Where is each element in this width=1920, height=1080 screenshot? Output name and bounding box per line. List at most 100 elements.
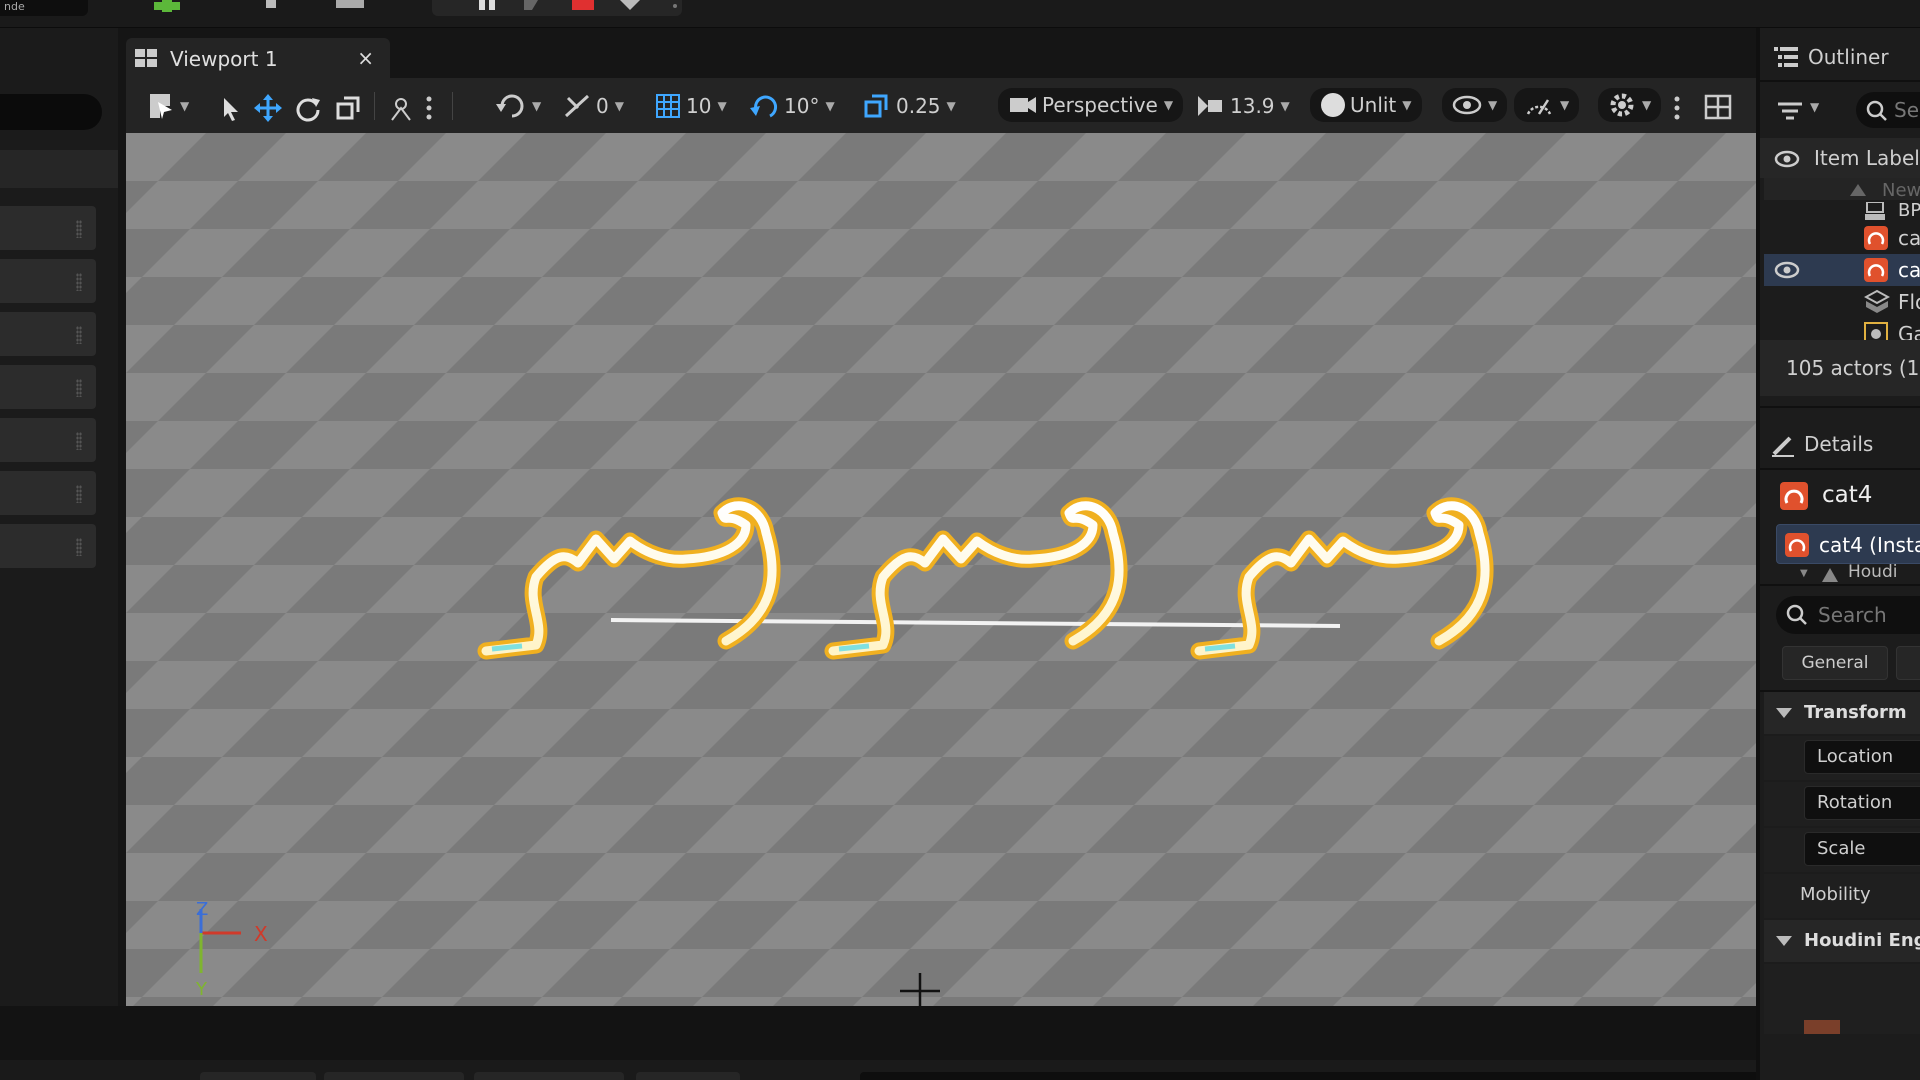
lighting-mode-dropdown[interactable]: Unlit ▼ — [1310, 88, 1422, 122]
camera-icon — [1010, 97, 1036, 113]
left-list-item[interactable] — [0, 312, 96, 356]
drag-handle-icon[interactable] — [76, 379, 82, 397]
pause-icon[interactable] — [476, 0, 500, 14]
section-houdini-engine[interactable]: Houdini Engine — [1764, 920, 1920, 962]
add-content-icon[interactable] — [150, 0, 186, 14]
list-item[interactable]: New — [1764, 178, 1920, 201]
outliner-status-bar: 105 actors (1 s — [1760, 340, 1920, 396]
step-forward-icon[interactable] — [522, 0, 546, 14]
mobility-row: Mobility — [1764, 874, 1920, 918]
outliner-item-label: BP — [1898, 200, 1920, 221]
scale-dropdown[interactable]: Scale⌄ — [1804, 832, 1920, 866]
left-panel-header — [0, 150, 118, 188]
component-child-item[interactable]: ▼ Houdi — [1800, 564, 1920, 582]
main-toolbar: nde — [0, 0, 1920, 28]
close-tab-icon[interactable]: × — [357, 46, 374, 70]
eye-icon — [1452, 95, 1482, 115]
level-viewport[interactable]: X Y Z — [126, 133, 1756, 1006]
outliner-search-input[interactable]: Se — [1856, 92, 1920, 128]
drag-handle-icon[interactable] — [76, 220, 82, 238]
select-mode-dropdown[interactable]: ▼ — [146, 92, 189, 120]
list-item[interactable]: ca — [1764, 222, 1920, 254]
scale-icon[interactable] — [334, 94, 362, 122]
section-transform[interactable]: Transform — [1764, 692, 1920, 734]
status-bar-button[interactable] — [200, 1072, 316, 1080]
left-list-item[interactable] — [0, 524, 96, 568]
left-list-item[interactable] — [0, 206, 96, 250]
performance-dropdown[interactable]: ▼ — [1514, 88, 1580, 122]
blueprint-icon[interactable] — [262, 0, 280, 14]
list-item-selected[interactable]: ca — [1764, 254, 1920, 286]
drag-handle-icon[interactable] — [76, 273, 82, 291]
rotate-icon[interactable] — [294, 94, 322, 122]
more-vertical-icon[interactable] — [1672, 94, 1682, 122]
status-bar-button[interactable] — [636, 1072, 740, 1080]
grid-snap-toggle[interactable]: 10 ▼ — [654, 92, 727, 120]
tab-viewport-1[interactable]: Viewport 1 × — [126, 38, 390, 78]
layout-grid-icon[interactable] — [1704, 94, 1732, 120]
location-dropdown[interactable]: Location⌄ — [1804, 740, 1920, 774]
outliner-icon — [1774, 47, 1798, 67]
rotation-snap-toggle[interactable]: 10° ▼ — [750, 92, 835, 120]
viewport-scene[interactable]: X Y Z — [126, 133, 1756, 1006]
select-arrow-icon[interactable] — [220, 96, 242, 122]
rotation-dropdown[interactable]: Rotation⌄ — [1804, 786, 1920, 820]
rotation-dropdown-label: Rotation — [1817, 792, 1893, 813]
details-search-input[interactable]: Search — [1776, 596, 1920, 634]
tab-general[interactable]: General — [1782, 646, 1888, 680]
item-label-column[interactable]: Item Label — [1814, 146, 1920, 170]
status-bar-button[interactable] — [474, 1072, 624, 1080]
pivot-icon[interactable] — [388, 94, 414, 122]
houdini-asset-icon — [1780, 482, 1808, 510]
view-mode-label: Perspective — [1042, 93, 1158, 117]
chevron-down-icon: ▼ — [946, 99, 956, 113]
search-icon — [1786, 604, 1807, 625]
eye-icon[interactable] — [1774, 150, 1800, 168]
translate-icon[interactable] — [254, 94, 282, 122]
surface-snap-toggle[interactable]: 0 ▼ — [562, 92, 624, 120]
mode-dropdown[interactable]: nde — [0, 0, 88, 16]
select-mode-icon — [150, 94, 172, 119]
eject-icon[interactable] — [616, 0, 644, 14]
eye-icon[interactable] — [1774, 261, 1800, 279]
details-title: Details — [1804, 432, 1874, 456]
chevron-down-icon: ▼ — [1560, 98, 1570, 112]
houdini-asset-icon — [1785, 533, 1809, 557]
section-houdini-label: Houdini Engine — [1804, 930, 1920, 951]
component-item-selected[interactable]: cat4 (Insta — [1776, 524, 1920, 564]
outliner-title: Outliner — [1808, 45, 1889, 69]
drag-handle-icon[interactable] — [76, 326, 82, 344]
show-flags-dropdown[interactable]: ▼ — [1442, 88, 1508, 122]
component-label: cat4 (Insta — [1819, 533, 1920, 557]
tab-more[interactable] — [1896, 646, 1920, 680]
coordinate-space-dropdown[interactable]: ▼ — [496, 92, 541, 120]
scale-snap-toggle[interactable]: 0.25 ▼ — [862, 92, 956, 120]
list-item[interactable]: Ga — [1764, 318, 1920, 340]
more-options-icon[interactable] — [670, 0, 680, 14]
collapse-triangle-icon — [1776, 708, 1792, 718]
left-list-item[interactable] — [0, 471, 96, 515]
view-mode-dropdown[interactable]: Perspective ▼ — [998, 88, 1184, 122]
chevron-down-icon[interactable]: ▼ — [1800, 568, 1808, 579]
left-list-item[interactable] — [0, 365, 96, 409]
list-item[interactable]: BP — [1764, 200, 1920, 222]
viewport-settings-dropdown[interactable]: ▼ — [1598, 88, 1662, 122]
more-vertical-icon[interactable] — [424, 94, 434, 122]
chevron-down-icon: ▼ — [532, 99, 542, 113]
axis-y-label: Y — [195, 979, 208, 1000]
cinematics-icon[interactable] — [336, 0, 366, 14]
left-list-item[interactable] — [0, 259, 96, 303]
filter-icon[interactable] — [1778, 100, 1804, 122]
left-list-item[interactable] — [0, 418, 96, 462]
drag-handle-icon[interactable] — [76, 485, 82, 503]
outliner-item-label: Flo — [1898, 290, 1920, 314]
drag-handle-icon[interactable] — [76, 538, 82, 556]
status-bar-button[interactable] — [324, 1072, 464, 1080]
stop-icon[interactable] — [570, 0, 596, 14]
camera-speed-dropdown[interactable]: 13.9 ▼ — [1196, 92, 1290, 120]
list-item[interactable]: Flo — [1764, 286, 1920, 318]
chevron-down-icon[interactable]: ▼ — [1810, 100, 1819, 114]
left-search-input[interactable] — [0, 94, 102, 130]
drag-handle-icon[interactable] — [76, 432, 82, 450]
chevron-down-icon: ▼ — [1488, 98, 1498, 112]
